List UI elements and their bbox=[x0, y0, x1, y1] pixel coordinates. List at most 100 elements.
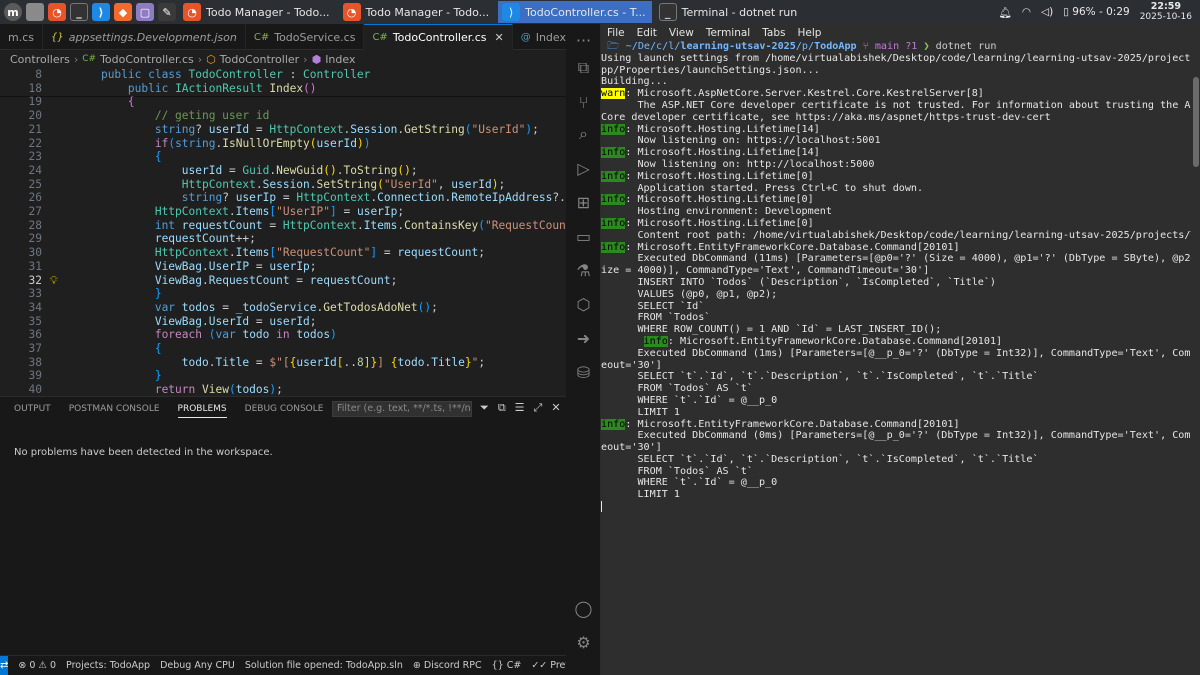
tab-label: m.cs bbox=[8, 30, 34, 44]
code-line: 36 foreach (var todo in todos) bbox=[0, 328, 566, 342]
class-icon: ⬡ bbox=[206, 52, 216, 66]
status-bar: ⇄ ⊗ 0 ⚠ 0 Projects: TodoApp Debug Any CP… bbox=[0, 655, 607, 675]
wifi-icon[interactable]: ◠ bbox=[1022, 6, 1031, 18]
brave-launcher-icon[interactable]: ◔ bbox=[48, 3, 66, 21]
terminal-line: info: Microsoft.Hosting.Lifetime[14] bbox=[601, 123, 1191, 136]
terminal-line: info: Microsoft.EntityFrameworkCore.Data… bbox=[601, 241, 1191, 254]
tab-debug-console[interactable]: DEBUG CONSOLE bbox=[245, 404, 324, 414]
clock[interactable]: 22:59 2025-10-16 bbox=[1140, 2, 1192, 23]
terminal-line: Now listening on: http://localhost:5000 bbox=[601, 159, 1191, 171]
view-as-tree-icon[interactable]: ☰ bbox=[515, 401, 525, 415]
lightbulb-icon[interactable]: 💡︎ bbox=[50, 274, 58, 288]
code-text: { bbox=[154, 150, 162, 164]
line-number: 40 bbox=[28, 383, 42, 397]
taskbar-window-terminal[interactable]: _ Terminal - dotnet run bbox=[655, 1, 804, 23]
tab-program-cs[interactable]: m.cs bbox=[0, 24, 43, 50]
battery-status[interactable]: ▯ 96% - 0:29 bbox=[1063, 6, 1130, 18]
terminal-scrollbar[interactable] bbox=[1192, 41, 1200, 671]
maximize-panel-icon[interactable]: ⤢ bbox=[534, 401, 543, 415]
projects-status[interactable]: Projects: TodoApp bbox=[66, 660, 150, 671]
line-number: 18 bbox=[28, 81, 42, 95]
terminal-line-text: SELECT `t`.`Id`, `t`.`Description`, `t`.… bbox=[601, 453, 1039, 465]
code-text: return View(todos); bbox=[154, 383, 283, 397]
tab-todoservice[interactable]: C# TodoService.cs bbox=[246, 24, 365, 50]
taskbar-window-vscode[interactable]: ⟩ TodoController.cs - T... bbox=[498, 1, 652, 23]
tab-postman-console[interactable]: POSTMAN CONSOLE bbox=[69, 404, 160, 414]
code-line: 28 int requestCount = HttpContext.Items.… bbox=[0, 219, 566, 233]
close-tab-icon[interactable]: ✕ bbox=[495, 31, 504, 44]
terminal-line-text: Building... bbox=[601, 76, 668, 88]
settings-gear-icon[interactable]: ⚙ bbox=[566, 628, 601, 656]
vscode-launcher-icon[interactable]: ⟩ bbox=[92, 3, 110, 21]
language-mode-status[interactable]: {} C# bbox=[492, 660, 522, 671]
remote-explorer-icon[interactable]: ▭ bbox=[566, 222, 601, 250]
menu-terminal[interactable]: Terminal bbox=[706, 27, 750, 39]
solution-status[interactable]: Solution file opened: TodoApp.sln bbox=[245, 660, 403, 671]
more-icon[interactable]: ··· bbox=[566, 26, 601, 54]
containers-icon[interactable]: ⬡ bbox=[566, 290, 601, 318]
accounts-icon[interactable]: ◯ bbox=[566, 594, 601, 622]
menu-file[interactable]: File bbox=[607, 27, 625, 39]
discord-rpc-status[interactable]: ⊕ Discord RPC bbox=[413, 660, 482, 671]
terminal-line-text: Hosting environment: Development bbox=[601, 206, 832, 218]
terminal-line-text: : Microsoft.Hosting.Lifetime[0] bbox=[625, 217, 814, 229]
menu-help[interactable]: Help bbox=[797, 27, 821, 39]
brave-alt-launcher-icon[interactable]: ◆ bbox=[114, 3, 132, 21]
taskbar-window-todo-1[interactable]: ◔ Todo Manager - Todo... bbox=[179, 1, 336, 23]
code-line: 25 HttpContext.Session.SetString("UserId… bbox=[0, 178, 566, 192]
debug-config-status[interactable]: Debug Any CPU bbox=[160, 660, 235, 671]
volume-icon[interactable]: ◁) bbox=[1041, 6, 1053, 18]
code-line: 8 public class TodoController : Controll… bbox=[0, 68, 566, 82]
remote-indicator-icon[interactable]: ⇄ bbox=[0, 655, 9, 675]
menu-view[interactable]: View bbox=[669, 27, 694, 39]
taskbar-window-label: TodoController.cs - T... bbox=[525, 5, 646, 19]
search-icon[interactable]: ⌕ bbox=[566, 120, 601, 148]
breadcrumb-file[interactable]: TodoController.cs bbox=[100, 53, 194, 66]
collapse-all-icon[interactable]: ⧉ bbox=[498, 401, 506, 415]
tab-appsettings[interactable]: {} appsettings.Development.json bbox=[43, 24, 246, 50]
menu-edit[interactable]: Edit bbox=[637, 27, 657, 39]
line-number: 23 bbox=[28, 150, 42, 164]
csharp-icon: C# bbox=[82, 54, 97, 64]
scrollbar-thumb[interactable] bbox=[1193, 77, 1199, 167]
database-icon[interactable]: ⛁ bbox=[566, 358, 601, 386]
line-number: 31 bbox=[28, 259, 42, 273]
live-share-icon[interactable]: ➜ bbox=[566, 324, 601, 352]
breadcrumb-method[interactable]: Index bbox=[325, 53, 355, 66]
notification-bell-icon[interactable]: 🔔︎ bbox=[998, 6, 1011, 19]
tab-todocontroller[interactable]: C# TodoController.cs ✕ bbox=[364, 24, 513, 50]
terminal-line-text: Executed DbCommand (11ms) [Parameters=[@… bbox=[601, 253, 1191, 265]
tab-problems[interactable]: PROBLEMS bbox=[177, 404, 227, 418]
menu-tabs[interactable]: Tabs bbox=[762, 27, 785, 39]
explorer-icon[interactable]: ⧉ bbox=[566, 54, 601, 82]
show-desktop-icon[interactable] bbox=[26, 3, 44, 21]
code-line: 34 var todos = _todoService.GetTodosAdoN… bbox=[0, 301, 566, 315]
problems-filter-input[interactable]: Filter (e.g. text, **/*.ts, !**/n... bbox=[332, 401, 472, 417]
run-debug-icon[interactable]: ▷ bbox=[566, 154, 601, 182]
breadcrumb-class[interactable]: TodoController bbox=[220, 53, 299, 66]
problems-status[interactable]: ⊗ 0 ⚠ 0 bbox=[18, 660, 56, 671]
filter-icon[interactable]: ⏷ bbox=[480, 401, 489, 415]
notes-launcher-icon[interactable]: ▢ bbox=[136, 3, 154, 21]
line-number: 19 bbox=[28, 95, 42, 109]
pen-launcher-icon[interactable]: ✎ bbox=[158, 3, 176, 21]
vscode-icon: ⟩ bbox=[502, 3, 521, 21]
terminal-line-text: eout='30'] bbox=[601, 442, 662, 454]
csharp-icon: C# bbox=[372, 32, 388, 43]
source-control-icon[interactable]: ⑂ bbox=[566, 88, 601, 116]
tab-output[interactable]: OUTPUT bbox=[14, 404, 51, 414]
terminal-line: warn: Microsoft.AspNetCore.Server.Kestre… bbox=[601, 88, 1191, 100]
terminal-line: FROM `Todos` AS `t` bbox=[601, 466, 1191, 478]
terminal-output[interactable]: 🗁︎ ~/De/c/l/learning-utsav-2025/p/TodoAp… bbox=[601, 41, 1191, 671]
close-panel-icon[interactable]: ✕ bbox=[551, 401, 560, 415]
taskbar-window-todo-2[interactable]: ◔ Todo Manager - Todo... bbox=[339, 1, 496, 23]
chevron-right-icon: › bbox=[73, 52, 79, 66]
terminal-line: VALUES (@p0, @p1, @p2); bbox=[601, 289, 1191, 301]
extensions-icon[interactable]: ⊞ bbox=[566, 188, 601, 216]
code-editor[interactable]: 8 public class TodoController : Controll… bbox=[0, 68, 566, 416]
terminal-launcher-icon[interactable]: _ bbox=[70, 3, 88, 21]
testing-icon[interactable]: ⚗ bbox=[566, 256, 601, 284]
mint-menu-icon[interactable]: m bbox=[4, 3, 22, 21]
breadcrumb-folder[interactable]: Controllers bbox=[10, 53, 70, 66]
code-text: if(string.IsNullOrEmpty(userId)) bbox=[154, 136, 371, 150]
